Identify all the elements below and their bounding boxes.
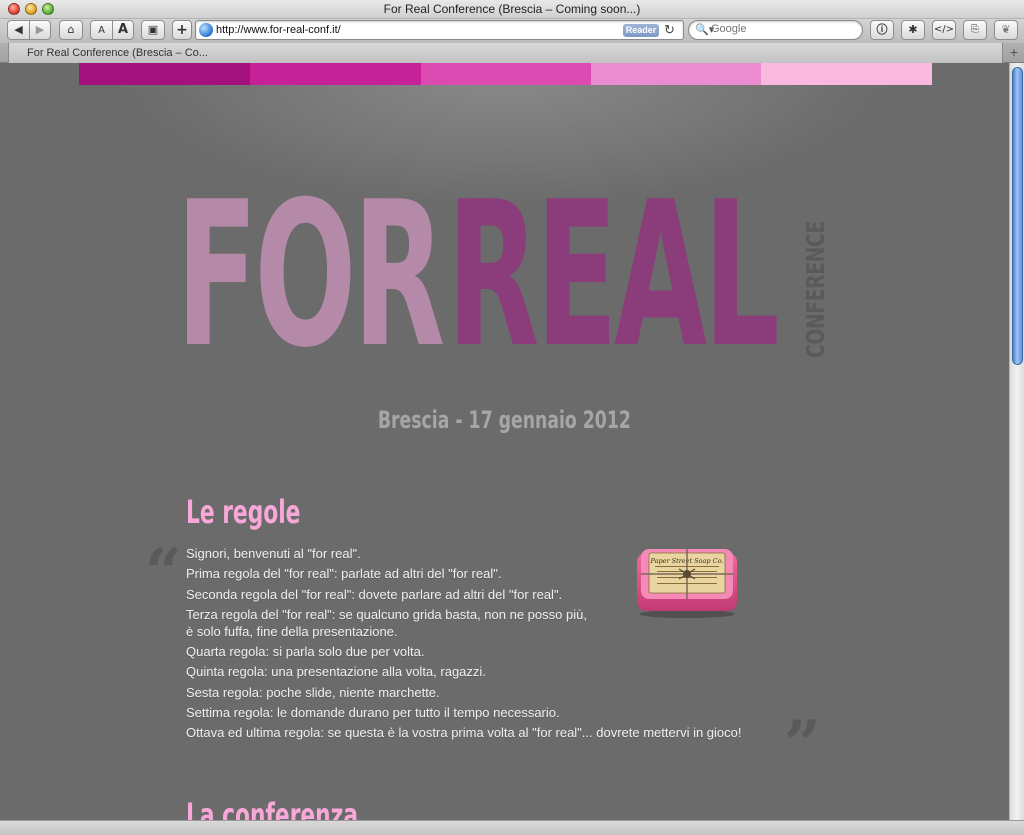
- add-bookmark-button[interactable]: +: [172, 20, 192, 40]
- screenshot-button[interactable]: ▣: [141, 20, 165, 40]
- address-bar[interactable]: http://www.for-real-conf.it/ Reader ↻: [195, 20, 684, 40]
- info-icon: ⓘ: [876, 23, 888, 36]
- rules-heading: Le regole: [186, 493, 301, 531]
- home-icon: ⌂: [67, 23, 75, 36]
- logo-word-for: FOR: [176, 159, 445, 392]
- page-viewport: FOR REAL CONFERENCE Brescia - 17 gennaio…: [0, 63, 1009, 820]
- globe-icon: [199, 23, 213, 37]
- forward-icon: ▶: [35, 23, 45, 36]
- screenshot-icon: ▣: [147, 23, 159, 36]
- new-tab-icon[interactable]: +: [1010, 44, 1018, 60]
- rule-item: Sesta regola: poche slide, niente marche…: [186, 684, 440, 700]
- text-smaller-icon: A: [98, 25, 105, 36]
- status-bar: [0, 820, 1024, 835]
- back-icon: ◀: [14, 23, 23, 36]
- validate-button[interactable]: ⎘: [963, 20, 987, 40]
- code-button[interactable]: </>: [932, 20, 956, 40]
- color-stripe: [421, 63, 591, 85]
- text-larger-icon: A: [117, 22, 129, 37]
- back-forward-buttons: ◀ ▶: [7, 20, 51, 40]
- text-larger-button[interactable]: A: [112, 21, 133, 39]
- bug-icon: ✱: [908, 23, 918, 36]
- rule-item: Quinta regola: una presentazione alla vo…: [186, 664, 486, 680]
- forward-button[interactable]: ▶: [29, 21, 50, 39]
- add-bookmark-icon: +: [176, 22, 188, 38]
- color-stripe: [591, 63, 761, 85]
- color-stripe: [79, 63, 250, 85]
- window-title: For Real Conference (Brescia – Coming so…: [383, 2, 641, 16]
- logo-word-conference: CONFERENCE: [801, 221, 830, 358]
- leaf-icon: ❦: [1001, 23, 1011, 36]
- window-titlebar: For Real Conference (Brescia – Coming so…: [0, 0, 1024, 19]
- scrollbar-thumb[interactable]: [1012, 67, 1023, 365]
- reader-button[interactable]: Reader: [623, 24, 659, 37]
- reload-icon[interactable]: ↻: [664, 22, 675, 38]
- text-size-buttons: AA: [90, 20, 134, 40]
- rule-item: Settima regola: le domande durano per tu…: [186, 705, 560, 721]
- rule-item: Terza regola del "for real": se qualcuno…: [186, 606, 587, 639]
- leaf-button[interactable]: ❦: [994, 20, 1018, 40]
- event-date-location: Brescia - 17 gennaio 2012: [377, 406, 631, 434]
- text-smaller-button[interactable]: A: [91, 22, 112, 40]
- tab-bar: For Real Conference (Brescia – Co... +: [0, 43, 1024, 63]
- search-input[interactable]: [711, 23, 851, 35]
- info-button[interactable]: ⓘ: [870, 20, 894, 40]
- color-stripe: [250, 63, 421, 85]
- bug-button[interactable]: ✱: [901, 20, 925, 40]
- soap-bar-image: Paper Street Soap Co.: [637, 549, 737, 618]
- tab-title: For Real Conference (Brescia – Co...: [27, 47, 208, 59]
- code-icon: </>: [933, 24, 955, 35]
- open-quote-icon: “: [145, 535, 182, 610]
- rule-item: Quarta regola: si parla solo due per vol…: [186, 644, 425, 660]
- vertical-scrollbar[interactable]: [1009, 63, 1024, 820]
- color-stripe: [761, 63, 932, 85]
- tab-for-real[interactable]: For Real Conference (Brescia – Co...: [8, 43, 1003, 63]
- home-button[interactable]: ⌂: [59, 20, 83, 40]
- url-text[interactable]: http://www.for-real-conf.it/: [216, 24, 341, 36]
- rule-item: Ottava ed ultima regola: se questa è la …: [186, 725, 742, 741]
- search-field[interactable]: 🔍▾: [688, 20, 863, 40]
- browser-toolbar: ◀ ▶ ⌂ AA ▣ + http://www.for-real-conf.it/…: [0, 19, 1024, 43]
- logo-word-real: REAL: [447, 159, 780, 392]
- back-button[interactable]: ◀: [8, 21, 29, 39]
- conference-heading: La conferenza: [186, 796, 359, 820]
- validate-icon: ⎘: [971, 24, 979, 35]
